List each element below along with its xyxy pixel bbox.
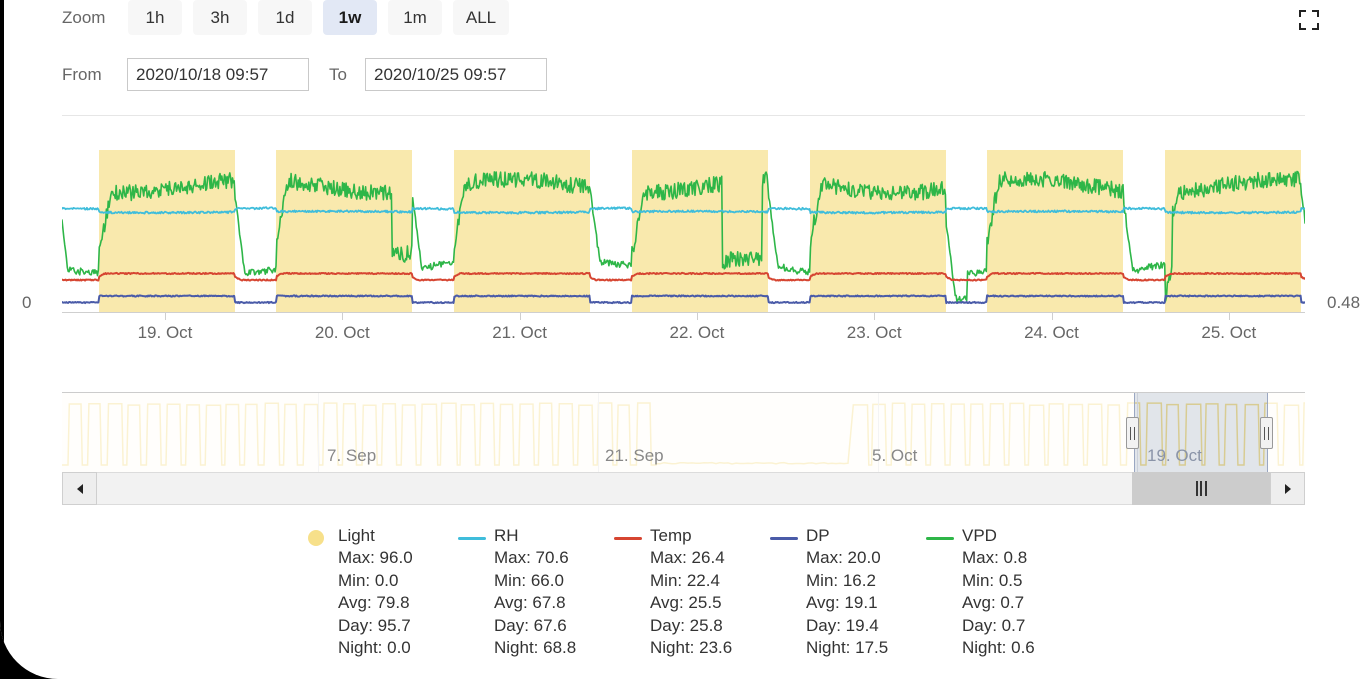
temp-line-icon [614,531,642,545]
legend-stat-rh-night: Night: 68.8 [494,638,577,658]
legend-item-dp[interactable]: DP Max: 20.0 Min: 16.2 Avg: 19.1 Day: 19… [762,525,918,660]
screen-left-edge [0,0,4,679]
chart-top-divider [62,115,1305,116]
legend-stat-dp-night: Night: 17.5 [806,638,889,658]
legend-stat-vpd-day: Day: 0.7 [962,615,1026,635]
x-axis-label-5: 24. Oct [1024,323,1079,342]
main-chart: 19. Oct 20. Oct 21. Oct 22. Oct 23. Oct 24. O… [0,105,1368,370]
legend-stat-light-avg: Avg: 79.8 [338,593,410,613]
rh-line-icon [458,531,486,545]
x-axis-label-3: 22. Oct [669,323,725,342]
legend-item-rh[interactable]: RH Max: 70.6 Min: 66.0 Avg: 67.8 Day: 67… [450,525,606,660]
x-axis-label-0: 19. Oct [137,323,193,342]
light-band [454,150,590,312]
legend-stat-vpd-min: Min: 0.5 [962,570,1023,590]
chart-legend: Light Max: 96.0 Min: 0.0 Avg: 79.8 Day: … [0,525,1368,679]
vpd-line-icon [926,531,954,545]
legend-label-light: Light [338,526,375,545]
range-selector-toolbar: Zoom From To 1h 3h 1d 1w 1m ALL 2020/10/… [0,0,1368,105]
scroll-right-arrow[interactable] [1270,472,1305,505]
legend-stat-rh-max: Max: 70.6 [494,548,569,567]
legend-item-temp[interactable]: Temp Max: 26.4 Min: 22.4 Avg: 25.5 Day: … [606,525,762,660]
legend-item-vpd[interactable]: VPD Max: 0.8 Min: 0.5 Avg: 0.7 Day: 0.7 … [918,525,1074,660]
legend-stat-temp-night: Night: 23.6 [650,638,733,658]
legend-label-rh: RH [494,526,519,545]
navigator-mask-right [1268,393,1305,472]
to-date-input[interactable]: 2020/10/25 09:57 [365,58,547,91]
legend-stat-temp-day: Day: 25.8 [650,615,723,635]
y-axis-right-label: 0.48 [1327,293,1361,312]
x-axis-label-4: 23. Oct [846,323,902,342]
from-label: From [62,65,102,84]
legend-stat-temp-avg: Avg: 25.5 [650,593,722,613]
navigator-handle-right[interactable] [1260,417,1273,449]
x-axis-tick [874,313,876,320]
x-axis-tick [519,313,521,320]
x-axis-tick [342,313,344,320]
legend-label-dp: DP [806,526,830,545]
x-axis-tick [696,313,698,320]
legend-stat-dp-day: Day: 19.4 [806,615,879,635]
chart-plot-area[interactable] [62,150,1305,312]
x-axis-label-1: 20. Oct [314,323,370,342]
zoom-button-1d[interactable]: 1d [258,0,312,35]
legend-stat-light-min: Min: 0.0 [338,570,399,590]
legend-stat-dp-avg: Avg: 19.1 [806,593,878,613]
legend-label-temp: Temp [650,526,692,545]
contract-fullscreen-icon[interactable] [1297,8,1321,32]
zoom-button-all[interactable]: ALL [453,0,509,35]
zoom-button-3h[interactable]: 3h [193,0,247,35]
legend-label-vpd: VPD [962,526,997,545]
zoom-label: Zoom [62,8,106,27]
legend-stat-dp-max: Max: 20.0 [806,548,881,567]
y-axis-left-label: 0 [22,293,32,312]
dp-line-icon [770,531,798,545]
x-axis-tick [165,313,166,320]
x-axis-tick [1051,313,1053,320]
zoom-button-1h[interactable]: 1h [128,0,182,35]
zoom-button-1m[interactable]: 1m [388,0,442,35]
chart-page: Zoom From To 1h 3h 1d 1w 1m ALL 2020/10/… [0,0,1368,679]
legend-stat-light-max: Max: 96.0 [338,548,413,567]
legend-stat-rh-avg: Avg: 67.8 [494,593,566,613]
legend-stat-temp-min: Min: 22.4 [650,570,720,590]
x-axis-label-6: 25. Oct [1201,323,1257,342]
light-band [987,150,1123,312]
navigator-scrollbar[interactable] [62,472,1305,505]
navigator-xlabel-0: 7. Sep [327,446,377,465]
legend-stat-vpd-max: Max: 0.8 [962,548,1028,567]
scroll-left-arrow[interactable] [62,472,97,505]
light-band [810,150,946,312]
legend-item-light[interactable]: Light Max: 96.0 Min: 0.0 Avg: 79.8 Day: … [294,525,450,660]
light-band [632,150,768,312]
chart-svg [62,150,1305,312]
scrollbar-grip-icon [1195,481,1207,496]
legend-stat-rh-min: Min: 66.0 [494,570,564,590]
legend-stat-light-night: Night: 0.0 [338,638,411,658]
x-axis-label-2: 21. Oct [492,323,547,342]
navigator[interactable]: 7. Sep 21. Sep 5. Oct 19. Oct [62,392,1305,472]
navigator-xlabel-3: 19. Oct [1147,446,1202,465]
zoom-button-1w[interactable]: 1w [323,0,377,35]
x-axis-line [62,312,1305,313]
legend-stat-light-day: Day: 95.7 [338,615,411,635]
legend-stat-rh-day: Day: 67.6 [494,615,567,635]
navigator-xlabel-1: 21. Sep [605,446,664,465]
scrollbar-thumb[interactable] [1132,472,1270,505]
navigator-mask-left [62,393,1134,472]
legend-stat-dp-min: Min: 16.2 [806,570,876,590]
to-label: To [329,65,347,84]
navigator-handle-left[interactable] [1126,417,1139,449]
light-band [99,150,235,312]
light-marker-icon [302,530,330,546]
legend-stat-temp-max: Max: 26.4 [650,548,725,567]
from-date-input[interactable]: 2020/10/18 09:57 [127,58,309,91]
navigator-xlabel-2: 5. Oct [872,446,918,465]
legend-stat-vpd-night: Night: 0.6 [962,638,1035,658]
legend-stat-vpd-avg: Avg: 0.7 [962,593,1025,613]
scrollbar-track[interactable] [62,472,1305,505]
x-axis-tick [1228,313,1230,320]
